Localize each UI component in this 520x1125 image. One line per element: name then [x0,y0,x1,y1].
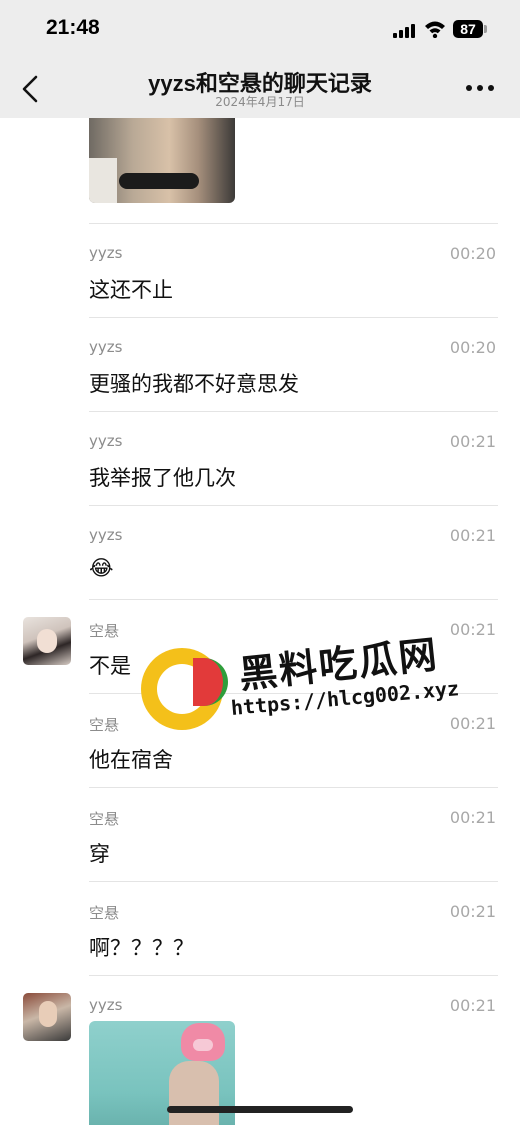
message-sender: 空悬 [89,810,120,828]
status-time: 21:48 [46,16,100,39]
back-chevron-icon[interactable] [16,72,46,106]
contact-avatar[interactable] [23,993,71,1041]
shared-photo-thumbnail[interactable] [89,118,235,203]
message-time: 00:20 [449,244,496,263]
message-feed[interactable]: yyzs 00:20 这还不止 yyzs 00:20 更骚的我都不好意思发 yy… [0,118,520,1125]
message-time: 00:21 [449,808,496,827]
message-item: yyzs 00:21 😂 [0,505,520,599]
message-time: 00:21 [449,526,496,545]
message-item: 空悬 00:21 穿 [0,787,520,881]
message-time: 00:21 [449,902,496,921]
more-options-icon[interactable] [462,80,498,96]
battery-tip [484,25,487,33]
message-text: 啊？？？？ [89,936,194,960]
message-item: yyzs 00:20 这还不止 [0,223,520,317]
message-text: 不是 [89,654,131,678]
message-sender: 空悬 [89,622,120,640]
message-sender: yyzs [89,244,123,262]
watermark: 黑料吃瓜网 https://hlcg002.xyz [141,632,481,740]
message-time: 00:21 [449,432,496,451]
message-time: 00:21 [449,620,496,639]
message-text: 穿 [89,842,110,866]
message-item: yyzs 00:20 更骚的我都不好意思发 [0,317,520,411]
cellular-signal-icon [393,22,417,38]
laughing-emoji: 😂 [89,556,114,580]
nav-bar: yyzs和空悬的聊天记录 2024年4月17日 [0,60,520,118]
status-bar: 21:48 87 [0,0,520,60]
home-indicator[interactable] [167,1106,353,1113]
message-text: 我举报了他几次 [89,466,236,490]
message-time: 00:21 [449,996,496,1015]
message-sender: yyzs [89,996,123,1014]
battery-icon: 87 [453,20,483,38]
message-item: yyzs 00:21 我举报了他几次 [0,411,520,505]
message-sender: yyzs [89,526,123,544]
message-text: 这还不止 [89,278,173,302]
message-sender: yyzs [89,432,123,450]
message-sender: 空悬 [89,904,120,922]
message-sender: 空悬 [89,716,120,734]
message-text: 更骚的我都不好意思发 [89,372,299,396]
watermelon-icon [193,658,228,706]
message-text: 他在宿舍 [89,748,173,772]
message-item: 空悬 00:21 啊？？？？ [0,881,520,975]
message-item: yyzs 00:21 [0,975,520,1125]
contact-avatar[interactable] [23,617,71,665]
chat-history-date: 2024年4月17日 [215,95,305,109]
wifi-icon [425,21,445,38]
message-time: 00:20 [449,338,496,357]
message-sender: yyzs [89,338,123,356]
